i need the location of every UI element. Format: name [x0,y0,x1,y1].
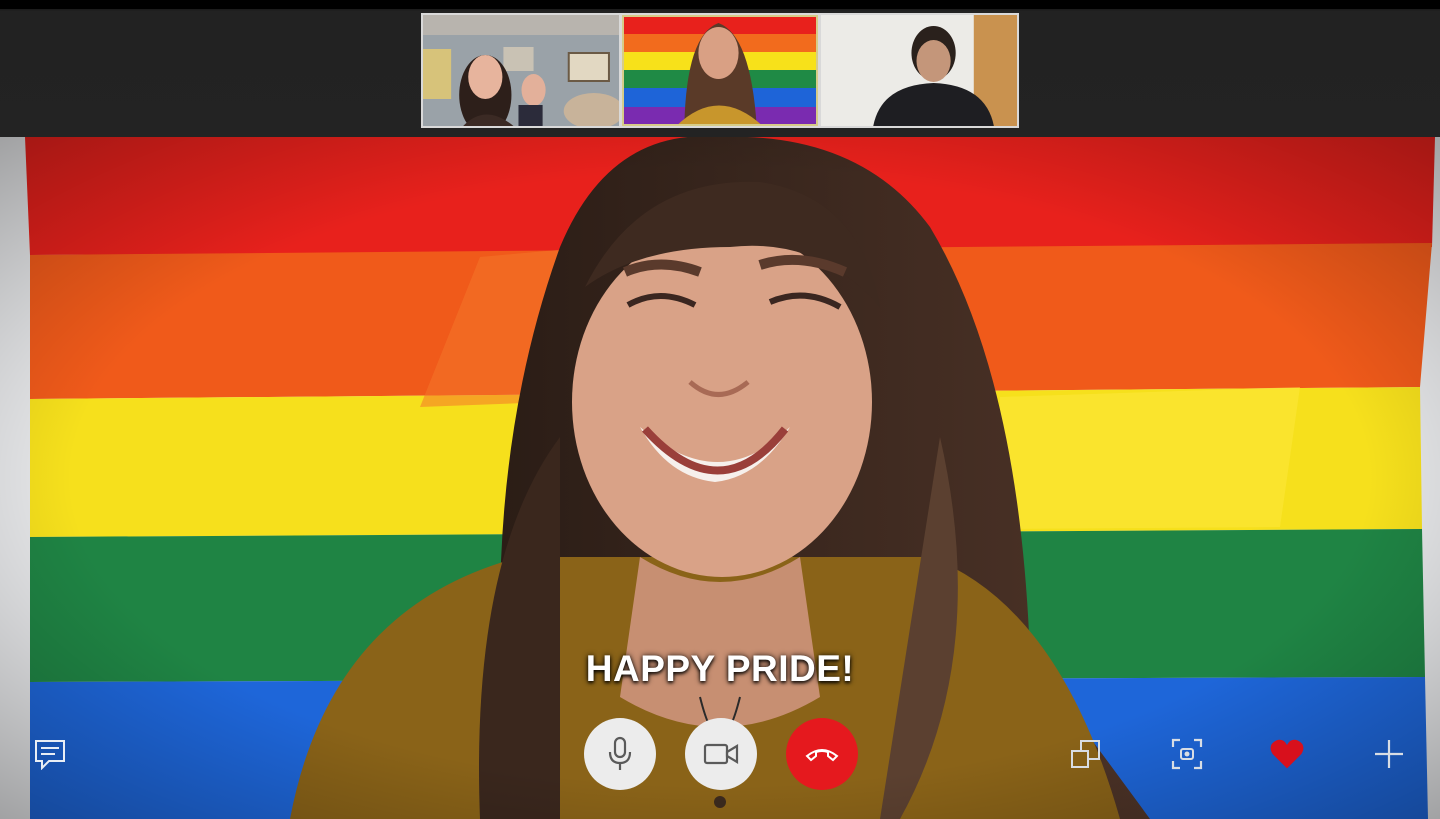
chat-icon [35,740,65,770]
video-camera-icon [703,743,739,765]
more-button[interactable] [1371,736,1407,772]
participant-thumbnail-2[interactable] [622,15,818,126]
hang-up-icon [805,749,839,762]
video-toggle-button[interactable] [685,718,757,790]
main-video-frame [0,137,1440,819]
participant-video-2 [622,15,818,126]
mute-button[interactable] [584,718,656,790]
participant-thumbnail-1[interactable] [423,15,619,126]
microphone-icon [608,736,632,770]
participant-thumbnails [421,13,1019,128]
snapshot-icon [1171,738,1203,770]
end-call-button[interactable] [786,718,858,790]
switch-window-icon [1071,740,1100,768]
participant-video-3 [821,15,1017,126]
chat-button[interactable] [32,736,68,772]
call-caption: HAPPY PRIDE! [585,648,855,689]
plus-icon [1375,740,1403,768]
letterbox [0,0,1440,9]
snapshot-button[interactable] [1169,736,1205,772]
main-video-feed [0,137,1440,819]
react-heart-button[interactable] [1269,736,1305,772]
participants-bar [0,0,1440,137]
participant-video-1 [423,15,619,126]
switch-view-button[interactable] [1068,736,1104,772]
participant-thumbnail-3[interactable] [821,15,1017,126]
heart-icon [1270,739,1304,769]
